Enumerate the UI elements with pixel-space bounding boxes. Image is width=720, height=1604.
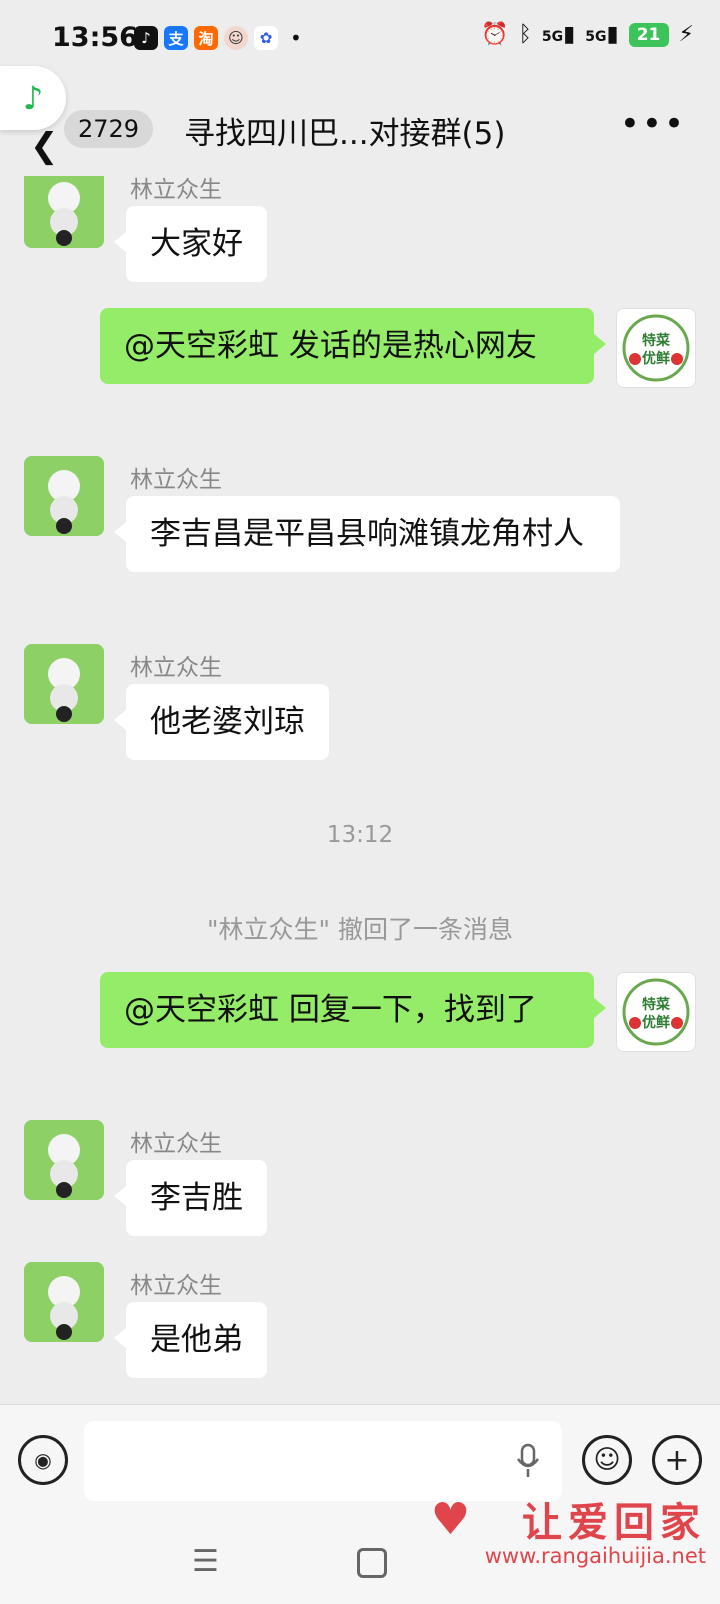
sender-name: 林立众生 (130, 467, 222, 493)
battery-indicator: 21 (628, 22, 669, 47)
music-note-icon: ♪ (22, 79, 44, 117)
recall-notice: "林立众生" 撤回了一条消息 (207, 915, 513, 944)
microphone-icon[interactable] (516, 1443, 540, 1479)
system-icons: ⏰ ᛒ 5G▮ 5G▮ 21 ⚡ (481, 22, 694, 47)
status-bar: 13:56 ♪ 支 淘 ☺ ✿ • ⏰ ᛒ 5G▮ 5G▮ 21 ⚡ (0, 0, 720, 84)
message-bubble[interactable]: 他老婆刘琼 (114, 684, 329, 760)
watermark: ♥ 让爱回家 www.rangaihuijia.net (431, 1490, 706, 1568)
emoji-button[interactable]: ☺ (582, 1435, 632, 1485)
heart-hands-logo-icon: ♥ (430, 1494, 471, 1545)
message-bubble[interactable]: @天空彩虹 回复一下，找到了 (100, 972, 606, 1048)
voice-wave-icon: ◉ (34, 1448, 52, 1472)
smiley-icon: ☺ (593, 1445, 621, 1475)
self-avatar[interactable]: 特菜 优鲜 (616, 308, 696, 388)
message-input[interactable] (84, 1421, 562, 1501)
chat-header: ❮ 2729 寻找四川巴...对接群(5) ••• (0, 84, 720, 176)
sender-avatar[interactable] (24, 1120, 104, 1200)
avatar-icon: ☺ (224, 26, 248, 50)
sheep-avatar-icon (24, 644, 104, 724)
tiktok-icon: ♪ (134, 26, 158, 50)
menu-icon[interactable]: ☰ (192, 1544, 219, 1579)
message-list[interactable]: 林立众生 大家好 @天空彩虹 发话的是热心网友 特菜 优鲜 林立众生 李吉昌是平昌… (0, 176, 720, 1404)
watermark-url: www.rangaihuijia.net (484, 1544, 706, 1568)
floating-music-button[interactable]: ♪ (0, 66, 66, 130)
notification-icons: ♪ 支 淘 ☺ ✿ • (134, 26, 302, 50)
sender-name: 林立众生 (130, 1131, 222, 1157)
time-divider: 13:12 (326, 822, 394, 848)
sender-name: 林立众生 (130, 655, 222, 681)
vegetable-logo-icon: 特菜优鲜 (622, 314, 690, 382)
bluetooth-icon: ᛒ (518, 22, 532, 47)
sender-avatar[interactable] (24, 176, 104, 248)
message-bubble[interactable]: @天空彩虹 发话的是热心网友 (100, 308, 606, 384)
self-avatar[interactable]: 特菜 优鲜 (616, 972, 696, 1052)
back-arrow-icon[interactable]: ❮ (30, 126, 59, 166)
message-bubble[interactable]: 李吉胜 (114, 1160, 267, 1236)
charging-icon: ⚡ (678, 22, 694, 47)
more-notifications-dot: • (290, 26, 302, 50)
watermark-title: 让爱回家 (522, 1499, 706, 1546)
sender-name: 林立众生 (130, 177, 222, 203)
svg-text:优鲜: 优鲜 (642, 350, 670, 367)
sheep-avatar-icon (24, 1120, 104, 1200)
message-bubble[interactable]: 李吉昌是平昌县响滩镇龙角村人 (114, 496, 620, 572)
baidu-icon: ✿ (254, 26, 278, 50)
home-button[interactable] (357, 1548, 387, 1578)
sheep-avatar-icon (24, 1262, 104, 1342)
message-bubble[interactable]: 大家好 (114, 206, 267, 282)
signal-icon-1: 5G▮ (541, 22, 576, 47)
vegetable-logo-icon: 特菜优鲜 (622, 978, 690, 1046)
sender-avatar[interactable] (24, 456, 104, 536)
alarm-icon: ⏰ (481, 22, 509, 47)
chat-title: 寻找四川巴...对接群(5) (184, 116, 506, 152)
status-time: 13:56 (52, 22, 138, 53)
sheep-avatar-icon (24, 456, 104, 536)
plus-icon: + (664, 1442, 690, 1478)
sheep-avatar-icon (24, 176, 104, 248)
more-functions-button[interactable]: + (652, 1435, 702, 1485)
unread-count-badge[interactable]: 2729 (64, 110, 154, 148)
message-bubble[interactable]: 是他弟 (114, 1302, 267, 1378)
sender-avatar[interactable] (24, 644, 104, 724)
svg-text:特菜: 特菜 (642, 996, 671, 1013)
alipay-icon: 支 (164, 26, 188, 50)
voice-toggle-button[interactable]: ◉ (18, 1435, 68, 1485)
sender-avatar[interactable] (24, 1262, 104, 1342)
sender-name: 林立众生 (130, 1273, 222, 1299)
more-options-icon[interactable]: ••• (620, 104, 686, 144)
svg-text:优鲜: 优鲜 (642, 1014, 670, 1031)
signal-icon-2: 5G▮ (585, 22, 619, 47)
svg-text:特菜: 特菜 (642, 332, 671, 349)
taobao-icon: 淘 (194, 26, 218, 50)
